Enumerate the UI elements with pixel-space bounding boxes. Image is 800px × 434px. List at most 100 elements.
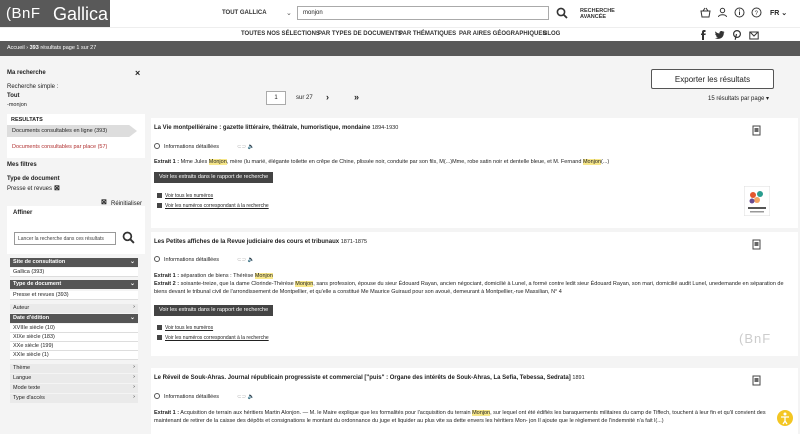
search-icon[interactable] xyxy=(556,7,568,19)
details-toggle[interactable]: Informations détaillées ⊂⊃ 🔈 xyxy=(154,143,255,150)
reset-icon[interactable]: ⊠ xyxy=(101,198,107,206)
search-term: -monjon xyxy=(7,102,27,108)
extract: Extrait 1 : Mme Jules Monjon, mère (lu m… xyxy=(154,159,610,165)
next-page-icon[interactable]: › xyxy=(326,92,329,102)
info-icon[interactable] xyxy=(734,7,745,18)
toggle-icon[interactable]: ⊂⊃ 🔈 xyxy=(237,144,255,150)
language-select[interactable]: FR ⌄ xyxy=(770,9,787,17)
help-icon[interactable]: ? xyxy=(751,7,762,18)
facet-text-mode[interactable]: Mode texte › xyxy=(10,384,138,393)
export-button[interactable]: Exporter les résultats xyxy=(651,69,774,89)
facet-author[interactable]: Auteur › xyxy=(10,304,138,313)
my-filters-title: Mes filtres xyxy=(7,162,37,168)
logo-gallica: Gallica xyxy=(53,4,109,24)
remove-filter-icon[interactable]: ⊠ xyxy=(54,184,60,192)
result-page-info: résultats page 1 sur 27 xyxy=(40,45,97,51)
newsletter-icon[interactable] xyxy=(749,30,759,40)
facet-item-century[interactable]: XIXe siècle (183) xyxy=(10,333,138,342)
results-box: RESULTATS Documents consultables en lign… xyxy=(7,114,145,158)
plus-icon xyxy=(157,203,162,208)
per-page-select[interactable]: 15 résultats par page ▾ xyxy=(708,95,769,102)
extract: Extrait 2 : soixante-treize, que la dame… xyxy=(154,281,784,295)
plus-icon xyxy=(157,325,162,330)
highlight: Monjon xyxy=(254,273,273,279)
chevron-right-icon: › xyxy=(133,384,135,390)
result-title[interactable]: Le Réveil de Souk-Ahras. Journal républi… xyxy=(154,375,585,381)
basket-icon[interactable] xyxy=(700,7,711,18)
details-toggle[interactable]: Informations détaillées ⊂⊃ 🔈 xyxy=(154,393,255,400)
search-input[interactable]: monjon xyxy=(297,6,549,20)
pinterest-icon[interactable] xyxy=(732,29,742,40)
my-search-title: Ma recherche xyxy=(7,70,46,76)
results-main: Exporter les résultats 1 sur 27 › » 15 r… xyxy=(148,56,800,434)
last-page-icon[interactable]: » xyxy=(354,92,359,102)
gallica-logo[interactable]: (BnF Gallica xyxy=(0,0,110,27)
document-icon[interactable] xyxy=(752,239,762,250)
result-title[interactable]: La Vie montpelliéraine : gazette littéra… xyxy=(154,125,398,131)
nav-selections[interactable]: TOUTES NOS SÉLECTIONS xyxy=(241,31,320,37)
logo-bnf: (BnF xyxy=(6,5,41,22)
nav-geo[interactable]: PAR AIRES GÉOGRAPHIQUES xyxy=(459,31,546,37)
result-title[interactable]: Les Petites affiches de la Revue judicia… xyxy=(154,239,367,245)
document-icon[interactable] xyxy=(752,375,762,386)
page-input[interactable]: 1 xyxy=(266,91,286,105)
user-icon[interactable] xyxy=(717,7,728,18)
chevron-right-icon: › xyxy=(133,374,135,380)
result-card: Les Petites affiches de la Revue judicia… xyxy=(151,232,798,356)
search-scope: Tout xyxy=(7,93,20,99)
facet-item-gallica[interactable]: Gallica (393) xyxy=(10,268,138,277)
nav-blog[interactable]: BLOG xyxy=(543,31,560,37)
facet-item-century[interactable]: XVIIIe siècle (10) xyxy=(10,324,138,333)
nav-themes[interactable]: PAR THÉMATIQUES xyxy=(399,31,456,37)
bnf-watermark: (BnF xyxy=(739,331,772,346)
chevron-right-icon: › xyxy=(133,394,135,400)
facet-language[interactable]: Langue › xyxy=(10,374,138,383)
view-extracts-button[interactable]: Voir les extraits dans le rapport de rec… xyxy=(154,172,274,183)
all-issues-link[interactable]: Voir tous les numéros xyxy=(157,325,213,331)
facet-site[interactable]: Site de consultation ⌄ xyxy=(10,258,138,267)
toggle-icon[interactable]: ⊂⊃ 🔈 xyxy=(237,394,255,400)
facet-date[interactable]: Date d'édition ⌄ xyxy=(10,314,138,323)
chevron-right-icon: › xyxy=(133,304,135,310)
advanced-search-link[interactable]: RECHERCHE AVANCÉE xyxy=(580,8,615,20)
facet-doc-type[interactable]: Type de document ⌄ xyxy=(10,280,138,289)
facet-access-type[interactable]: Type d'accès › xyxy=(10,394,138,403)
result-card: La Vie montpelliéraine : gazette littéra… xyxy=(151,118,798,228)
simple-search-label: Recherche simple : xyxy=(7,84,59,90)
filter-onsite[interactable]: Documents consultables par place (57) xyxy=(12,144,107,150)
facebook-icon[interactable] xyxy=(698,30,708,40)
chevron-down-icon: ⌄ xyxy=(129,259,135,265)
breadcrumb: Accueil › 393 résultats page 1 sur 27 xyxy=(0,41,800,56)
header-icons: ? xyxy=(700,7,762,19)
close-icon[interactable]: × xyxy=(135,68,140,78)
header: (BnF Gallica TOUT GALLICA ⌄ monjon RECHE… xyxy=(0,0,800,27)
chevron-down-icon[interactable]: ⌄ xyxy=(286,9,292,17)
twitter-icon[interactable] xyxy=(715,30,725,40)
toggle-icon[interactable]: ⊂⊃ 🔈 xyxy=(237,257,255,263)
refine-box: Affiner Lancer la recherche dans ces rés… xyxy=(7,206,145,254)
breadcrumb-home[interactable]: Accueil xyxy=(7,45,25,51)
refine-title: Affiner xyxy=(13,210,33,216)
accessibility-icon[interactable] xyxy=(776,408,794,428)
facet-item-century[interactable]: XXe siècle (199) xyxy=(10,342,138,351)
filter-online[interactable]: Documents consultables en ligne (393) xyxy=(7,125,137,137)
facet-item-century[interactable]: XXIe siècle (1) xyxy=(10,351,138,360)
matching-issues-link[interactable]: Voir les numéros correspondant à la rech… xyxy=(157,203,269,209)
all-issues-link[interactable]: Voir tous les numéros xyxy=(157,193,213,199)
search-icon[interactable] xyxy=(122,231,135,244)
facet-item-presse[interactable]: Presse et revues (393) xyxy=(10,291,138,300)
document-icon[interactable] xyxy=(752,125,762,136)
chevron-right-icon: › xyxy=(133,364,135,370)
nav-types[interactable]: PAR TYPES DE DOCUMENTS xyxy=(318,31,402,37)
library-select[interactable]: TOUT GALLICA xyxy=(222,10,267,16)
refine-input[interactable]: Lancer la recherche dans ces résultats xyxy=(14,232,116,245)
details-toggle[interactable]: Informations détaillées ⊂⊃ 🔈 xyxy=(154,256,255,263)
view-extracts-button[interactable]: Voir les extraits dans le rapport de rec… xyxy=(154,305,274,316)
social-links xyxy=(698,29,759,40)
highlight: Monjon xyxy=(472,410,491,416)
info-icon xyxy=(154,393,160,399)
highlight: Monjon xyxy=(208,159,227,165)
facet-theme[interactable]: Thème › xyxy=(10,364,138,373)
matching-issues-link[interactable]: Voir les numéros correspondant à la rech… xyxy=(157,335,269,341)
extract: Extrait 1 : Acquisition de terrain aux h… xyxy=(154,410,766,424)
